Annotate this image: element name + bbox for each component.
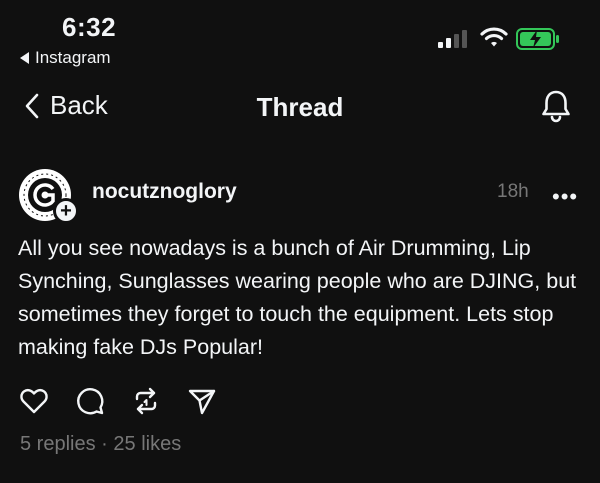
back-to-app-link[interactable]: Instagram xyxy=(20,48,111,68)
more-options-icon[interactable]: ••• xyxy=(552,184,578,210)
stats-separator: · xyxy=(101,433,108,455)
wifi-icon xyxy=(480,27,508,47)
status-bar-time: 6:32 xyxy=(62,12,117,42)
cellular-signal-icon xyxy=(438,30,467,48)
post-timestamp: 18h xyxy=(497,181,529,202)
likes-count-link[interactable]: 25 likes xyxy=(113,433,181,455)
battery-charging-icon xyxy=(516,28,559,50)
repost-icon[interactable] xyxy=(130,385,162,417)
post-text: All you see nowadays is a bunch of Air D… xyxy=(18,236,577,359)
follow-button[interactable]: + xyxy=(53,198,79,224)
replies-count-link[interactable]: 5 replies xyxy=(20,433,96,455)
post-stats: 5 replies · 25 likes xyxy=(20,433,181,456)
heart-icon[interactable] xyxy=(18,385,50,417)
send-icon[interactable] xyxy=(186,385,218,417)
bell-icon[interactable] xyxy=(538,88,574,124)
username[interactable]: nocutznoglory xyxy=(92,180,237,204)
page-title: Thread xyxy=(256,92,344,122)
back-to-app-label: Instagram xyxy=(35,48,111,67)
back-triangle-icon xyxy=(20,52,29,64)
comment-icon[interactable] xyxy=(74,385,106,417)
